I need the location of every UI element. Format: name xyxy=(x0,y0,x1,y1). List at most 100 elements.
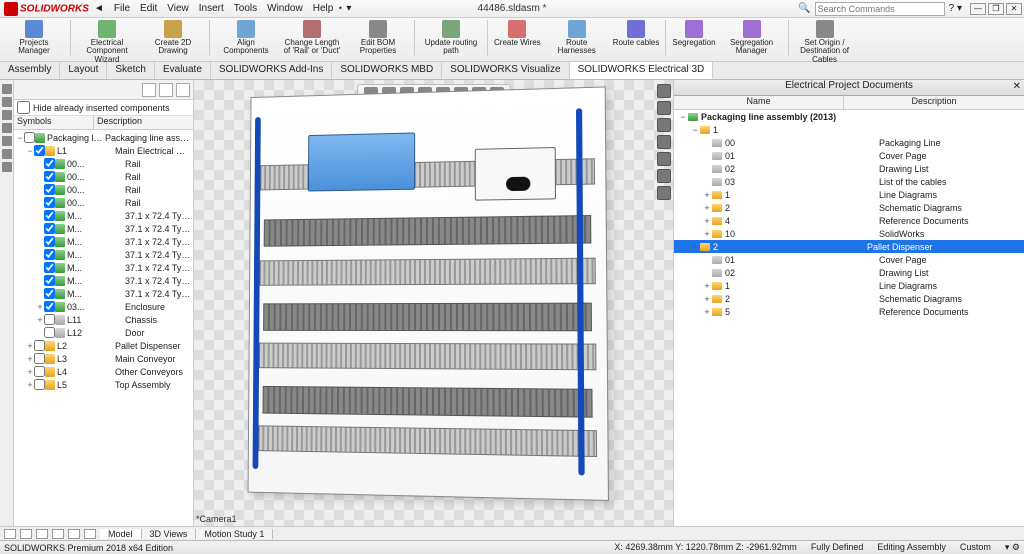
component-tree[interactable]: −Packaging li...Packaging line assem...−… xyxy=(14,130,193,526)
menu-tools[interactable]: Tools xyxy=(234,3,257,14)
tree-row[interactable]: +L2Pallet Dispenser xyxy=(16,339,191,352)
ribbon-button[interactable]: Route Harnesses xyxy=(547,20,607,56)
ribbon-button[interactable]: Align Components xyxy=(216,20,276,56)
taskpane-icon[interactable] xyxy=(657,152,671,166)
tree-row[interactable]: 00...Rail xyxy=(16,157,191,170)
motion-tab[interactable]: 3D Views xyxy=(142,529,197,539)
tree-row[interactable]: −Packaging li...Packaging line assem... xyxy=(16,131,191,144)
tree-row[interactable]: M...37.1 x 72.4 Type MC ... xyxy=(16,261,191,274)
doc-row[interactable]: −1 xyxy=(674,123,1024,136)
menu-edit[interactable]: Edit xyxy=(140,3,157,14)
expand-icon[interactable]: + xyxy=(26,380,34,390)
menu-window[interactable]: Window xyxy=(267,3,303,14)
doc-row[interactable]: +10SolidWorks xyxy=(674,227,1024,240)
tree-row[interactable]: +L4Other Conveyors xyxy=(16,365,191,378)
motion-tab[interactable]: Model xyxy=(100,529,142,539)
tool-icon[interactable] xyxy=(2,123,12,133)
ribbon-button[interactable]: Update routing path xyxy=(421,20,481,56)
tool-icon[interactable] xyxy=(2,149,12,159)
refresh-icon[interactable] xyxy=(176,83,190,97)
expand-icon[interactable]: + xyxy=(702,216,712,226)
close-button[interactable]: ✕ xyxy=(1006,3,1022,15)
hide-inserted-checkbox[interactable] xyxy=(17,101,30,114)
expand-icon[interactable]: − xyxy=(26,146,34,156)
menu-insert[interactable]: Insert xyxy=(199,3,224,14)
menu-file[interactable]: File xyxy=(114,3,130,14)
row-checkbox[interactable] xyxy=(44,209,55,222)
ribbon-button[interactable]: Create Wires xyxy=(494,20,541,47)
tab[interactable]: Evaluate xyxy=(155,62,211,79)
expand-icon[interactable]: + xyxy=(26,341,34,351)
doc-row[interactable]: 01Cover Page xyxy=(674,149,1024,162)
row-checkbox[interactable] xyxy=(34,352,45,365)
doc-row[interactable]: +5Reference Documents xyxy=(674,305,1024,318)
expand-icon[interactable]: + xyxy=(36,315,44,325)
view-icon[interactable] xyxy=(84,529,96,539)
tool-icon[interactable] xyxy=(2,84,12,94)
doc-row[interactable]: +4Reference Documents xyxy=(674,214,1024,227)
nav-back-icon[interactable]: ◄ xyxy=(90,3,108,14)
row-checkbox[interactable] xyxy=(44,300,55,313)
row-checkbox[interactable] xyxy=(44,170,55,183)
tab[interactable]: Sketch xyxy=(107,62,155,79)
col-desc[interactable]: Description xyxy=(844,96,1024,109)
ribbon-button[interactable]: Route cables xyxy=(613,20,660,47)
taskpane-icon[interactable] xyxy=(657,118,671,132)
expand-icon[interactable]: − xyxy=(690,242,700,252)
expand-icon[interactable]: + xyxy=(702,307,712,317)
row-checkbox[interactable] xyxy=(44,261,55,274)
ribbon-button[interactable]: Projects Manager xyxy=(4,20,64,56)
expand-icon[interactable]: + xyxy=(702,281,712,291)
row-checkbox[interactable] xyxy=(44,183,55,196)
tool-icon[interactable] xyxy=(2,136,12,146)
tree-row[interactable]: 00...Rail xyxy=(16,183,191,196)
view-icon[interactable] xyxy=(36,529,48,539)
ribbon-button[interactable]: Segregation xyxy=(672,20,715,47)
tree-row[interactable]: M...37.1 x 72.4 Type MC ... xyxy=(16,287,191,300)
tool-icon[interactable] xyxy=(2,162,12,172)
motion-tab[interactable]: Motion Study 1 xyxy=(196,529,273,539)
view-icon[interactable] xyxy=(20,529,32,539)
doc-row[interactable]: 03List of the cables xyxy=(674,175,1024,188)
tree-row[interactable]: M...37.1 x 72.4 Type MC ... xyxy=(16,235,191,248)
tree-row[interactable]: +L5Top Assembly xyxy=(16,378,191,391)
row-checkbox[interactable] xyxy=(44,287,55,300)
row-checkbox[interactable] xyxy=(34,365,45,378)
expand-icon[interactable]: − xyxy=(16,133,24,143)
documents-tree[interactable]: −Packaging line assembly (2013)−100Packa… xyxy=(674,110,1024,526)
view-icon[interactable] xyxy=(4,529,16,539)
row-checkbox[interactable] xyxy=(44,313,55,326)
expand-icon[interactable]: + xyxy=(702,203,712,213)
minimize-button[interactable]: — xyxy=(970,3,986,15)
row-checkbox[interactable] xyxy=(44,248,55,261)
ribbon-button[interactable]: Segregation Manager xyxy=(722,20,782,56)
expand-icon[interactable]: + xyxy=(36,302,44,312)
row-checkbox[interactable] xyxy=(44,235,55,248)
doc-row[interactable]: 02Drawing List xyxy=(674,162,1024,175)
expand-icon[interactable]: + xyxy=(26,367,34,377)
search-icon[interactable]: 🔍 xyxy=(798,3,810,14)
ribbon-button[interactable]: Electrical Component Wizard xyxy=(77,20,137,64)
taskpane-icon[interactable] xyxy=(657,186,671,200)
tree-row[interactable]: −L1Main Electrical Enclo... xyxy=(16,144,191,157)
tab[interactable]: SOLIDWORKS MBD xyxy=(332,62,442,79)
units-label[interactable]: Custom xyxy=(960,542,991,553)
row-checkbox[interactable] xyxy=(44,157,55,170)
expand-icon[interactable]: + xyxy=(702,229,712,239)
row-checkbox[interactable] xyxy=(34,378,45,391)
doc-row[interactable]: −Packaging line assembly (2013) xyxy=(674,110,1024,123)
search-input[interactable] xyxy=(815,2,945,16)
doc-row[interactable]: +2Schematic Diagrams xyxy=(674,292,1024,305)
tool-icon[interactable] xyxy=(2,97,12,107)
ribbon-button[interactable]: Set Origin / Destination of Cables xyxy=(795,20,855,64)
menu-help[interactable]: Help xyxy=(313,3,334,14)
tab[interactable]: SOLIDWORKS Electrical 3D xyxy=(570,62,714,79)
tree-row[interactable]: +L11Chassis xyxy=(16,313,191,326)
row-checkbox[interactable] xyxy=(34,144,45,157)
expand-icon[interactable] xyxy=(159,83,173,97)
row-checkbox[interactable] xyxy=(44,274,55,287)
tree-row[interactable]: M...37.1 x 72.4 Type MC ... xyxy=(16,274,191,287)
menu-view[interactable]: View xyxy=(167,3,189,14)
restore-button[interactable]: ❐ xyxy=(988,3,1004,15)
tree-row[interactable]: M...37.1 x 72.4 Type MC ... xyxy=(16,209,191,222)
